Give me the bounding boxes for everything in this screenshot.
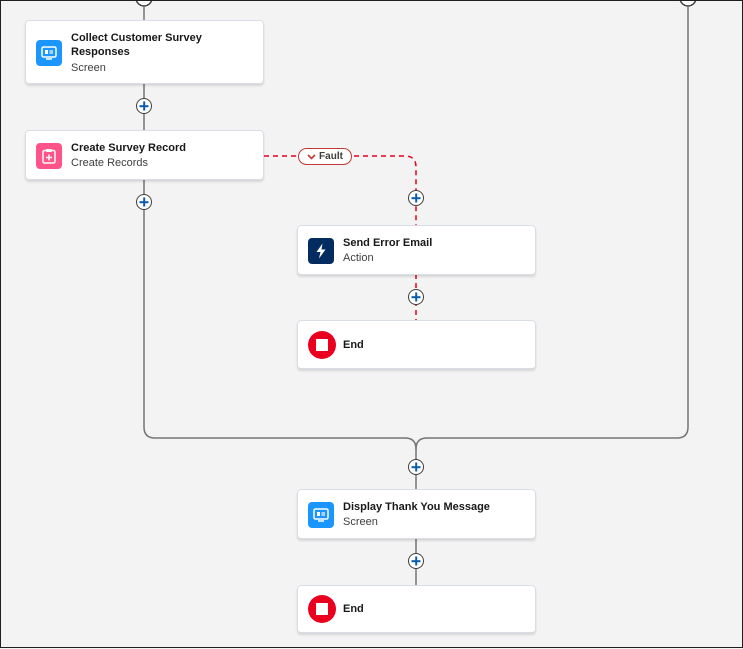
node-title: End — [343, 339, 364, 351]
node-subtitle: Action — [343, 252, 374, 264]
node-collect-survey[interactable]: Collect Customer Survey Responses Screen — [25, 20, 264, 84]
fault-connector — [264, 155, 417, 225]
add-element-button[interactable] — [136, 194, 152, 210]
node-title: End — [343, 603, 364, 615]
top-right-add-element-button — [679, 1, 697, 7]
screen-icon — [308, 502, 334, 528]
add-element-button[interactable] — [136, 98, 152, 114]
screen-icon — [36, 40, 62, 66]
stop-icon — [308, 595, 336, 623]
node-subtitle: Screen — [71, 62, 106, 74]
node-subtitle: Screen — [343, 516, 378, 528]
node-end-final[interactable]: End — [297, 585, 536, 633]
chevron-down-icon — [307, 153, 316, 160]
node-title: Display Thank You Message — [343, 501, 490, 513]
stop-icon — [308, 331, 336, 359]
add-element-button[interactable] — [408, 553, 424, 569]
node-display-thank-you[interactable]: Display Thank You Message Screen — [297, 489, 536, 539]
fault-badge[interactable]: Fault — [298, 148, 352, 165]
node-subtitle: Create Records — [71, 157, 149, 169]
node-create-survey-record[interactable]: Create Survey Record Create Records — [25, 130, 264, 180]
lightning-icon — [308, 238, 334, 264]
flow-canvas: Collect Customer Survey Responses Screen… — [0, 0, 743, 648]
create-records-icon — [36, 143, 62, 169]
fault-label: Fault — [319, 151, 343, 162]
node-end-fault[interactable]: End — [297, 320, 536, 369]
node-title: Create Survey Record — [71, 142, 186, 154]
node-title: Send Error Email — [343, 237, 433, 249]
add-element-button[interactable] — [408, 289, 424, 305]
node-title: Collect Customer Survey Responses — [71, 32, 202, 58]
add-element-button[interactable] — [408, 459, 424, 475]
node-send-error-email[interactable]: Send Error Email Action — [297, 225, 536, 275]
add-element-button[interactable] — [408, 190, 424, 206]
top-left-add-element-button — [135, 1, 153, 7]
